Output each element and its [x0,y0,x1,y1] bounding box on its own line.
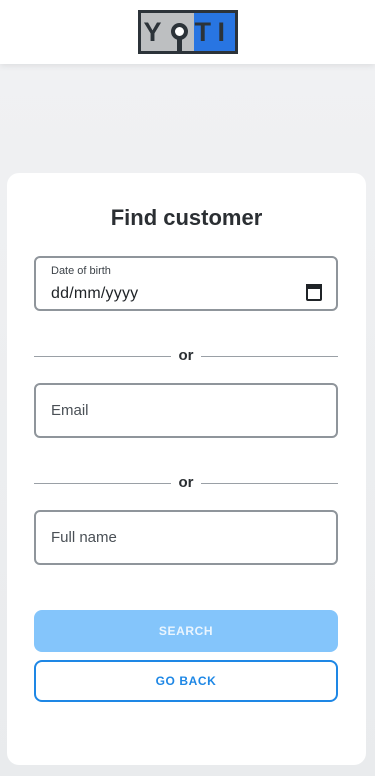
calendar-icon[interactable] [306,284,322,301]
date-of-birth-field[interactable]: Date of birth dd/mm/yyyy [34,256,338,311]
find-customer-card: Find customer Date of birth dd/mm/yyyy o… [7,173,366,765]
full-name-input[interactable] [36,512,336,563]
email-field[interactable] [34,383,338,438]
date-of-birth-label: Date of birth [51,265,111,277]
divider-line [201,483,338,484]
app-header: Y T I [0,0,375,64]
full-name-field[interactable] [34,510,338,565]
search-button[interactable]: SEARCH [34,610,338,652]
email-input[interactable] [36,385,336,436]
date-of-birth-value: dd/mm/yyyy [51,285,139,302]
or-divider-2: or [34,473,338,493]
page-title: Find customer [110,205,263,230]
yoti-logo: Y T I [137,10,238,54]
go-back-button[interactable]: GO BACK [34,660,338,702]
divider-line [201,356,338,357]
or-divider-1: or [34,346,338,366]
